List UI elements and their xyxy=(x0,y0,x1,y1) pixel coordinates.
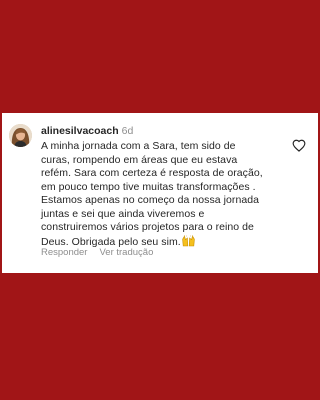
comment-card: alinesilvacoach 6d A minha jornada com a … xyxy=(2,113,318,273)
comment-line: em pouco tempo tive muitas transformaçõe… xyxy=(41,180,256,193)
comment-line: A minha jornada com a Sara, tem sido de xyxy=(41,140,236,152)
avatar[interactable] xyxy=(9,124,32,147)
reply-button[interactable]: Responder xyxy=(41,247,87,258)
heart-outline-icon[interactable] xyxy=(292,139,306,152)
avatar-photo xyxy=(9,124,32,147)
username[interactable]: alinesilvacoach xyxy=(41,125,119,137)
comment-timestamp: 6d xyxy=(121,125,134,137)
comment-line: juntas e sei que ainda viveremos e xyxy=(41,207,205,220)
raising-hands-emoji-icon xyxy=(182,234,195,252)
comment-actions: Responder Ver tradução xyxy=(41,247,153,259)
comment-line: Estamos apenas no começo da nossa jornad… xyxy=(41,194,260,206)
comment-line: curas, rompendo em áreas que eu estava xyxy=(41,153,238,166)
comment-header: alinesilvacoach 6d xyxy=(41,125,133,138)
comment-line: refém. Sara com certeza é resposta de or… xyxy=(41,167,263,179)
comment-line: construiremos vários projetos para o rei… xyxy=(41,221,254,233)
comment-line-text: Deus. Obrigada pelo seu sim. xyxy=(41,235,181,248)
comment-text: A minha jornada com a Sara, tem sido de … xyxy=(41,140,291,251)
see-translation-button[interactable]: Ver tradução xyxy=(99,247,153,258)
